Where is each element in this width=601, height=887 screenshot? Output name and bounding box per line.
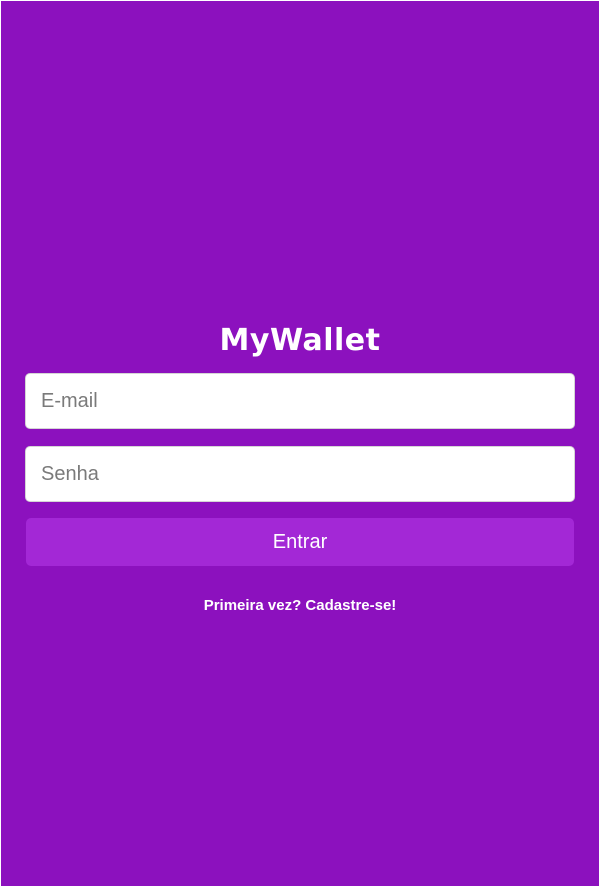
signup-link[interactable]: Primeira vez? Cadastre-se! — [1, 596, 599, 616]
password-input[interactable] — [25, 446, 575, 502]
app-logo: MyWallet — [219, 323, 381, 358]
email-input[interactable] — [25, 373, 575, 429]
login-screen: MyWallet Entrar Primeira vez? Cadastre-s… — [1, 1, 599, 886]
login-button[interactable]: Entrar — [26, 518, 574, 566]
